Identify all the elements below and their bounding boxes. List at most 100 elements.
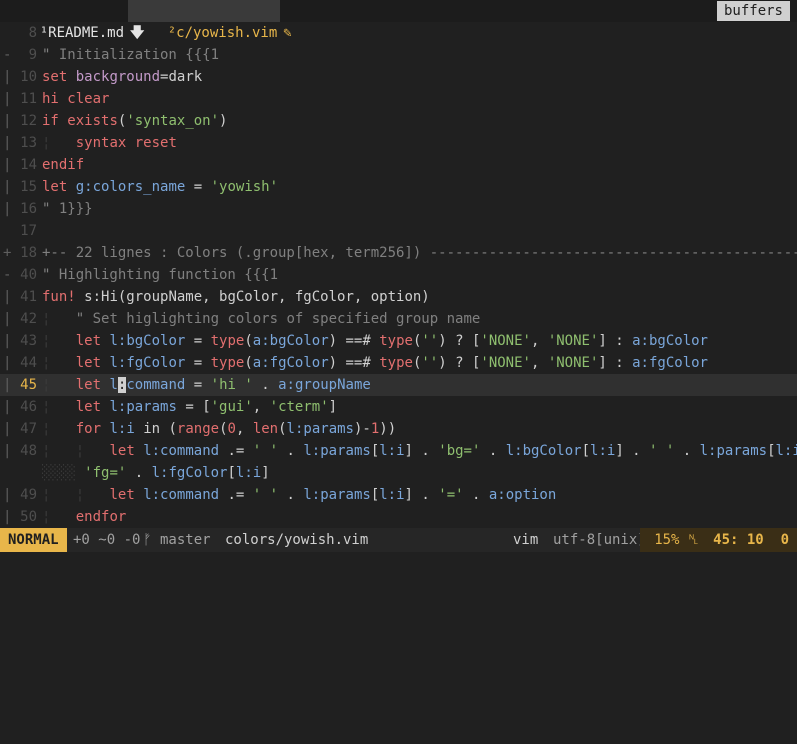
- code-text: fun! s:Hi(groupName, bgColor, fgColor, o…: [42, 289, 430, 305]
- line-number: 43: [20, 333, 37, 349]
- line-number: 13: [20, 135, 37, 151]
- code-text: ¦ ¦ let l:command .= ' ' . l:params[l:i]…: [42, 443, 797, 459]
- line-number: 9: [28, 47, 37, 63]
- fold-sign: |: [3, 179, 12, 195]
- fold-sign: |: [3, 355, 12, 371]
- tab-readme[interactable]: ¹README.md🡇: [0, 0, 144, 41]
- fold-sign: |: [3, 113, 12, 129]
- statusline: NORMAL +0 ~0 -0 ᚠ master colors/yowish.v…: [0, 528, 797, 552]
- code-text: " Highlighting function {{{1: [42, 267, 279, 283]
- line-ending-icon: ␤: [687, 532, 700, 548]
- code-text: ¦ endfor: [42, 509, 127, 525]
- code-line[interactable]: | 47 ¦ for l:i in (range(0, len(l:params…: [0, 418, 797, 440]
- fold-sign: -: [3, 47, 12, 63]
- fold-sign: |: [3, 201, 12, 217]
- code-line[interactable]: | 16 " 1}}}: [0, 198, 797, 220]
- code-line[interactable]: | 48 ¦ ¦ let l:command .= ' ' . l:params…: [0, 440, 797, 462]
- cursor-position: 45: 10 0: [713, 532, 789, 548]
- tab-yowish-vim[interactable]: ²c/yowish.vim ✎: [128, 0, 292, 41]
- code-text: ¦ syntax reset: [42, 135, 177, 151]
- code-line[interactable]: | 13 ¦ syntax reset: [0, 132, 797, 154]
- mode-indicator: NORMAL: [0, 528, 67, 552]
- line-number: 14: [20, 157, 37, 173]
- code-text: " 1}}}: [42, 201, 93, 217]
- file-encoding: utf-8[unix]: [553, 532, 646, 548]
- code-line[interactable]: | 44 ¦ let l:fgColor = type(a:fgColor) =…: [0, 352, 797, 374]
- code-line[interactable]: | 11 hi clear: [0, 88, 797, 110]
- line-number: 18: [20, 245, 37, 261]
- code-text: ¦ for l:i in (range(0, len(l:params)-1)): [42, 421, 397, 437]
- code-line[interactable]: | 42 ¦ " Set higlighting colors of speci…: [0, 308, 797, 330]
- fold-sign: |: [3, 443, 12, 459]
- code-text: let g:colors_name = 'yowish': [42, 179, 279, 195]
- line-number: 40: [20, 267, 37, 283]
- code-text: ¦ ¦ let l:command .= ' ' . l:params[l:i]…: [42, 487, 557, 503]
- position-section: 15% ␤ 45: 10 0: [640, 528, 797, 552]
- line-number: 16: [20, 201, 37, 217]
- editor-pane[interactable]: 8 - 9 " Initialization {{{1 | 10 set bac…: [0, 22, 797, 528]
- line-number: 10: [20, 69, 37, 85]
- fold-sign: |: [3, 421, 12, 437]
- code-line[interactable]: - 9 " Initialization {{{1: [0, 44, 797, 66]
- line-number: 47: [20, 421, 37, 437]
- buffers-indicator[interactable]: buffers: [716, 1, 790, 21]
- code-line[interactable]: | 14 endif: [0, 154, 797, 176]
- fold-sign: |: [3, 377, 12, 393]
- fold-sign: -: [3, 267, 12, 283]
- line-number: 48: [20, 443, 37, 459]
- filename: colors/yowish.vim: [225, 532, 369, 548]
- fold-sign: +: [3, 245, 12, 261]
- tabline: ¹README.md🡇 ²c/yowish.vim✎ buffers: [0, 0, 797, 41]
- line-number: 15: [20, 179, 37, 195]
- line-number: 42: [20, 311, 37, 327]
- code-text: ¦ let l:command = 'hi ' . a:groupName: [42, 377, 371, 393]
- line-number: 17: [20, 223, 37, 239]
- git-stats: +0 ~0 -0: [73, 532, 141, 548]
- scroll-percent: 15%: [654, 532, 680, 548]
- folded-line[interactable]: + 18 +-- 22 lignes : Colors (.group[hex,…: [0, 242, 797, 264]
- code-line[interactable]: | 43 ¦ let l:bgColor = type(a:bgColor) =…: [0, 330, 797, 352]
- current-code-line[interactable]: | 45 ¦ let l:command = 'hi ' . a:groupNa…: [0, 374, 797, 396]
- code-line[interactable]: | 46 ¦ let l:params = ['gui', 'cterm']: [0, 396, 797, 418]
- code-text: if exists('syntax_on'): [42, 113, 228, 129]
- code-text: endif: [42, 157, 85, 173]
- wrapped-code-line[interactable]: ░░░░ 'fg=' . l:fgColor[l:i]: [0, 462, 797, 484]
- line-number: 11: [20, 91, 37, 107]
- code-text: ¦ let l:bgColor = type(a:bgColor) ==# ty…: [42, 333, 708, 349]
- code-text: ¦ let l:fgColor = type(a:fgColor) ==# ty…: [42, 355, 708, 371]
- fold-sign: |: [3, 333, 12, 349]
- code-text: " Initialization {{{1: [42, 47, 220, 63]
- fold-sign: |: [3, 311, 12, 327]
- filetype: vim: [513, 532, 539, 548]
- line-number: 49: [20, 487, 37, 503]
- fold-sign: |: [3, 135, 12, 151]
- code-line[interactable]: | 49 ¦ ¦ let l:command .= ' ' . l:params…: [0, 484, 797, 506]
- fold-sign: |: [3, 399, 12, 415]
- code-text: ¦ " Set higlighting colors of specified …: [42, 311, 481, 327]
- code-text: hi clear: [42, 91, 110, 107]
- line-number: 46: [20, 399, 37, 415]
- code-line[interactable]: | 41 fun! s:Hi(groupName, bgColor, fgCol…: [0, 286, 797, 308]
- code-text: ░░░░ 'fg=' . l:fgColor[l:i]: [42, 465, 270, 481]
- fold-sign: |: [3, 509, 12, 525]
- fold-text: +-- 22 lignes : Colors (.group[hex, term…: [42, 245, 797, 261]
- code-line[interactable]: 17: [0, 220, 797, 242]
- code-line[interactable]: | 10 set background=dark: [0, 66, 797, 88]
- line-number: 50: [20, 509, 37, 525]
- fold-sign: |: [3, 289, 12, 305]
- code-line[interactable]: - 40 " Highlighting function {{{1: [0, 264, 797, 286]
- fold-sign: |: [3, 91, 12, 107]
- line-number: 12: [20, 113, 37, 129]
- code-line[interactable]: | 15 let g:colors_name = 'yowish': [0, 176, 797, 198]
- line-number: 44: [20, 355, 37, 371]
- git-branch: master: [160, 532, 211, 548]
- command-line[interactable]: [0, 552, 797, 575]
- fold-sign: |: [3, 487, 12, 503]
- line-number: 45: [20, 377, 37, 393]
- fold-sign: |: [3, 157, 12, 173]
- code-line[interactable]: | 50 ¦ endfor: [0, 506, 797, 528]
- code-text: set background=dark: [42, 69, 203, 85]
- code-line[interactable]: | 12 if exists('syntax_on'): [0, 110, 797, 132]
- code-line[interactable]: 8: [0, 22, 797, 44]
- line-number: 8: [28, 25, 37, 41]
